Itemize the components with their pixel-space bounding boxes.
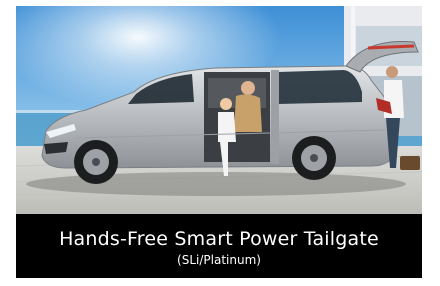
trim-availability: (SLi/Platinum) <box>177 253 261 267</box>
rear-wheel <box>292 136 336 180</box>
feature-card: Hands-Free Smart Power Tailgate (SLi/Pla… <box>16 6 422 278</box>
minivan-photo <box>16 6 422 214</box>
side-window <box>278 70 362 104</box>
caption-bar: Hands-Free Smart Power Tailgate (SLi/Pla… <box>16 214 422 278</box>
man-figure <box>386 66 398 78</box>
bag <box>400 156 420 170</box>
front-wheel <box>74 140 118 184</box>
feature-title: Hands-Free Smart Power Tailgate <box>59 228 379 250</box>
minivan-illustration <box>16 6 422 214</box>
